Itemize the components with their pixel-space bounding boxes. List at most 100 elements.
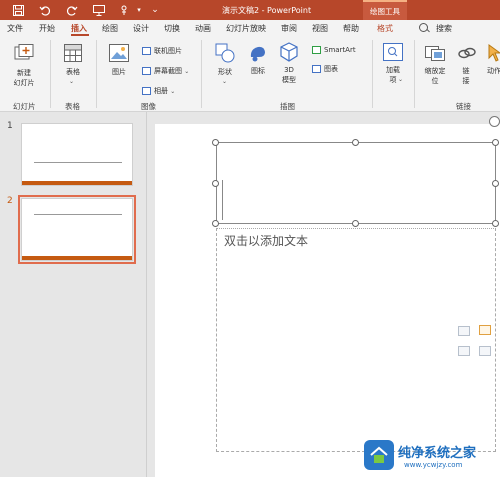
- tab-slideshow[interactable]: 幻灯片放映: [226, 23, 266, 34]
- resize-handle[interactable]: [352, 220, 359, 227]
- chart-button[interactable]: 图表: [312, 64, 338, 74]
- group-label-links: 链接: [456, 102, 471, 111]
- link-icon[interactable]: [458, 45, 476, 63]
- insert-picture-icon[interactable]: [479, 346, 491, 356]
- insert-table-icon[interactable]: [458, 326, 470, 336]
- table-button[interactable]: 表格: [60, 67, 86, 77]
- slide-thumbnail-2[interactable]: [18, 195, 136, 264]
- tab-animations[interactable]: 动画: [195, 23, 211, 34]
- group-label-tables: 表格: [65, 102, 80, 111]
- slide-thumbnail-1[interactable]: [21, 123, 133, 186]
- slide-number: 1: [7, 121, 13, 131]
- thumbnail-title-line: [34, 162, 122, 163]
- online-pictures-button[interactable]: 联机图片: [142, 46, 182, 56]
- shapes-button[interactable]: 形状: [212, 67, 238, 77]
- tab-review[interactable]: 审阅: [281, 23, 297, 34]
- group-separator: [50, 40, 51, 108]
- screenshot-icon: [142, 67, 151, 75]
- chevron-down-icon: ⌄: [184, 68, 190, 75]
- group-separator: [414, 40, 415, 108]
- new-slide-button[interactable]: 新建 幻灯片: [8, 68, 40, 88]
- thumbnail-accent-bar: [22, 256, 132, 260]
- touch-mode-icon[interactable]: [118, 3, 132, 17]
- tab-view[interactable]: 视图: [312, 23, 328, 34]
- 3d-models-button[interactable]: 3D 模型: [276, 65, 302, 85]
- chart-icon: [312, 65, 321, 73]
- drawing-tools-context-label: 绘图工具: [363, 0, 407, 20]
- action-icon[interactable]: [487, 44, 500, 64]
- shapes-icon[interactable]: [215, 43, 235, 65]
- resize-handle[interactable]: [212, 139, 219, 146]
- picture-icon[interactable]: [109, 44, 129, 64]
- tab-draw[interactable]: 绘图: [102, 23, 118, 34]
- window-title: 演示文稿2 - PowerPoint: [222, 6, 312, 15]
- title-placeholder[interactable]: [216, 142, 496, 224]
- search-icon[interactable]: [419, 23, 428, 32]
- tab-file[interactable]: 文件: [7, 23, 23, 34]
- action-button[interactable]: 动作: [487, 66, 500, 76]
- resize-handle[interactable]: [492, 139, 499, 146]
- customize-quick-access-icon[interactable]: ⌄: [148, 3, 162, 17]
- undo-icon[interactable]: [38, 3, 52, 17]
- group-label-slides: 幻灯片: [13, 102, 36, 111]
- group-label-images: 图像: [141, 102, 156, 111]
- thumbnail-accent-bar: [22, 181, 132, 185]
- watermark-logo: 纯净系统之家 www.ycwjzy.com: [360, 438, 500, 476]
- thumbnail-title-line: [34, 214, 122, 215]
- tab-design[interactable]: 设计: [133, 23, 149, 34]
- chevron-down-icon[interactable]: ⌄: [69, 77, 74, 87]
- resize-handle[interactable]: [492, 180, 499, 187]
- watermark-title: 纯净系统之家: [398, 446, 477, 461]
- screenshot-button[interactable]: 屏幕截图 ⌄: [142, 66, 189, 76]
- tab-help[interactable]: 帮助: [343, 23, 359, 34]
- new-slide-icon[interactable]: [14, 44, 34, 64]
- zoom-icon[interactable]: [425, 44, 445, 64]
- chevron-down-icon[interactable]: ⌄: [398, 75, 403, 85]
- tab-transitions[interactable]: 切换: [164, 23, 180, 34]
- smartart-button[interactable]: SmartArt: [312, 46, 356, 54]
- chevron-down-icon[interactable]: ⌄: [222, 77, 227, 87]
- tab-insert[interactable]: 插入: [71, 23, 87, 34]
- link-button[interactable]: 链 接: [458, 66, 474, 86]
- save-icon[interactable]: [11, 3, 25, 17]
- resize-handle[interactable]: [212, 220, 219, 227]
- active-tab-indicator: [71, 34, 89, 36]
- screenshot-label: 屏幕截图: [154, 67, 182, 75]
- watermark-url: www.ycwjzy.com: [404, 461, 463, 469]
- watermark-badge-icon: [364, 440, 394, 470]
- redo-icon[interactable]: [65, 3, 79, 17]
- chevron-down-icon[interactable]: ▾: [132, 3, 146, 17]
- zoom-button[interactable]: 缩放定 位: [420, 66, 450, 86]
- icons-icon[interactable]: [248, 43, 268, 65]
- 3d-models-icon[interactable]: [279, 42, 299, 64]
- table-icon[interactable]: [64, 44, 82, 64]
- online-pictures-icon: [142, 47, 151, 55]
- icons-label: 图标: [251, 67, 265, 75]
- group-separator: [96, 40, 97, 108]
- start-slideshow-icon[interactable]: [92, 3, 106, 17]
- smartart-icon: [312, 46, 321, 54]
- group-separator: [201, 40, 202, 108]
- slide-number: 2: [7, 196, 13, 206]
- content-placeholder-prompt[interactable]: 双击以添加文本: [224, 232, 308, 249]
- tab-format[interactable]: 格式: [377, 23, 393, 34]
- insert-chart-icon[interactable]: [479, 325, 491, 335]
- photo-album-button[interactable]: 相册 ⌄: [142, 86, 175, 96]
- content-placeholder[interactable]: [216, 228, 496, 452]
- resize-handle[interactable]: [492, 220, 499, 227]
- photo-album-icon: [142, 87, 151, 95]
- addins-icon[interactable]: [383, 43, 403, 63]
- resize-handle[interactable]: [352, 139, 359, 146]
- icons-button[interactable]: 图标: [248, 67, 268, 76]
- tab-home[interactable]: 开始: [39, 23, 55, 34]
- search-label[interactable]: 搜索: [436, 23, 452, 34]
- insert-smartart-icon[interactable]: [458, 346, 470, 356]
- chart-label: 图表: [324, 65, 338, 73]
- photo-album-label: 相册: [154, 87, 168, 95]
- rotate-handle-icon[interactable]: [489, 116, 500, 127]
- online-pictures-label: 联机图片: [154, 47, 182, 55]
- chevron-down-icon: ⌄: [170, 88, 176, 95]
- group-label-illustrations: 插图: [280, 102, 295, 111]
- resize-handle[interactable]: [212, 180, 219, 187]
- picture-button[interactable]: 图片: [106, 67, 132, 77]
